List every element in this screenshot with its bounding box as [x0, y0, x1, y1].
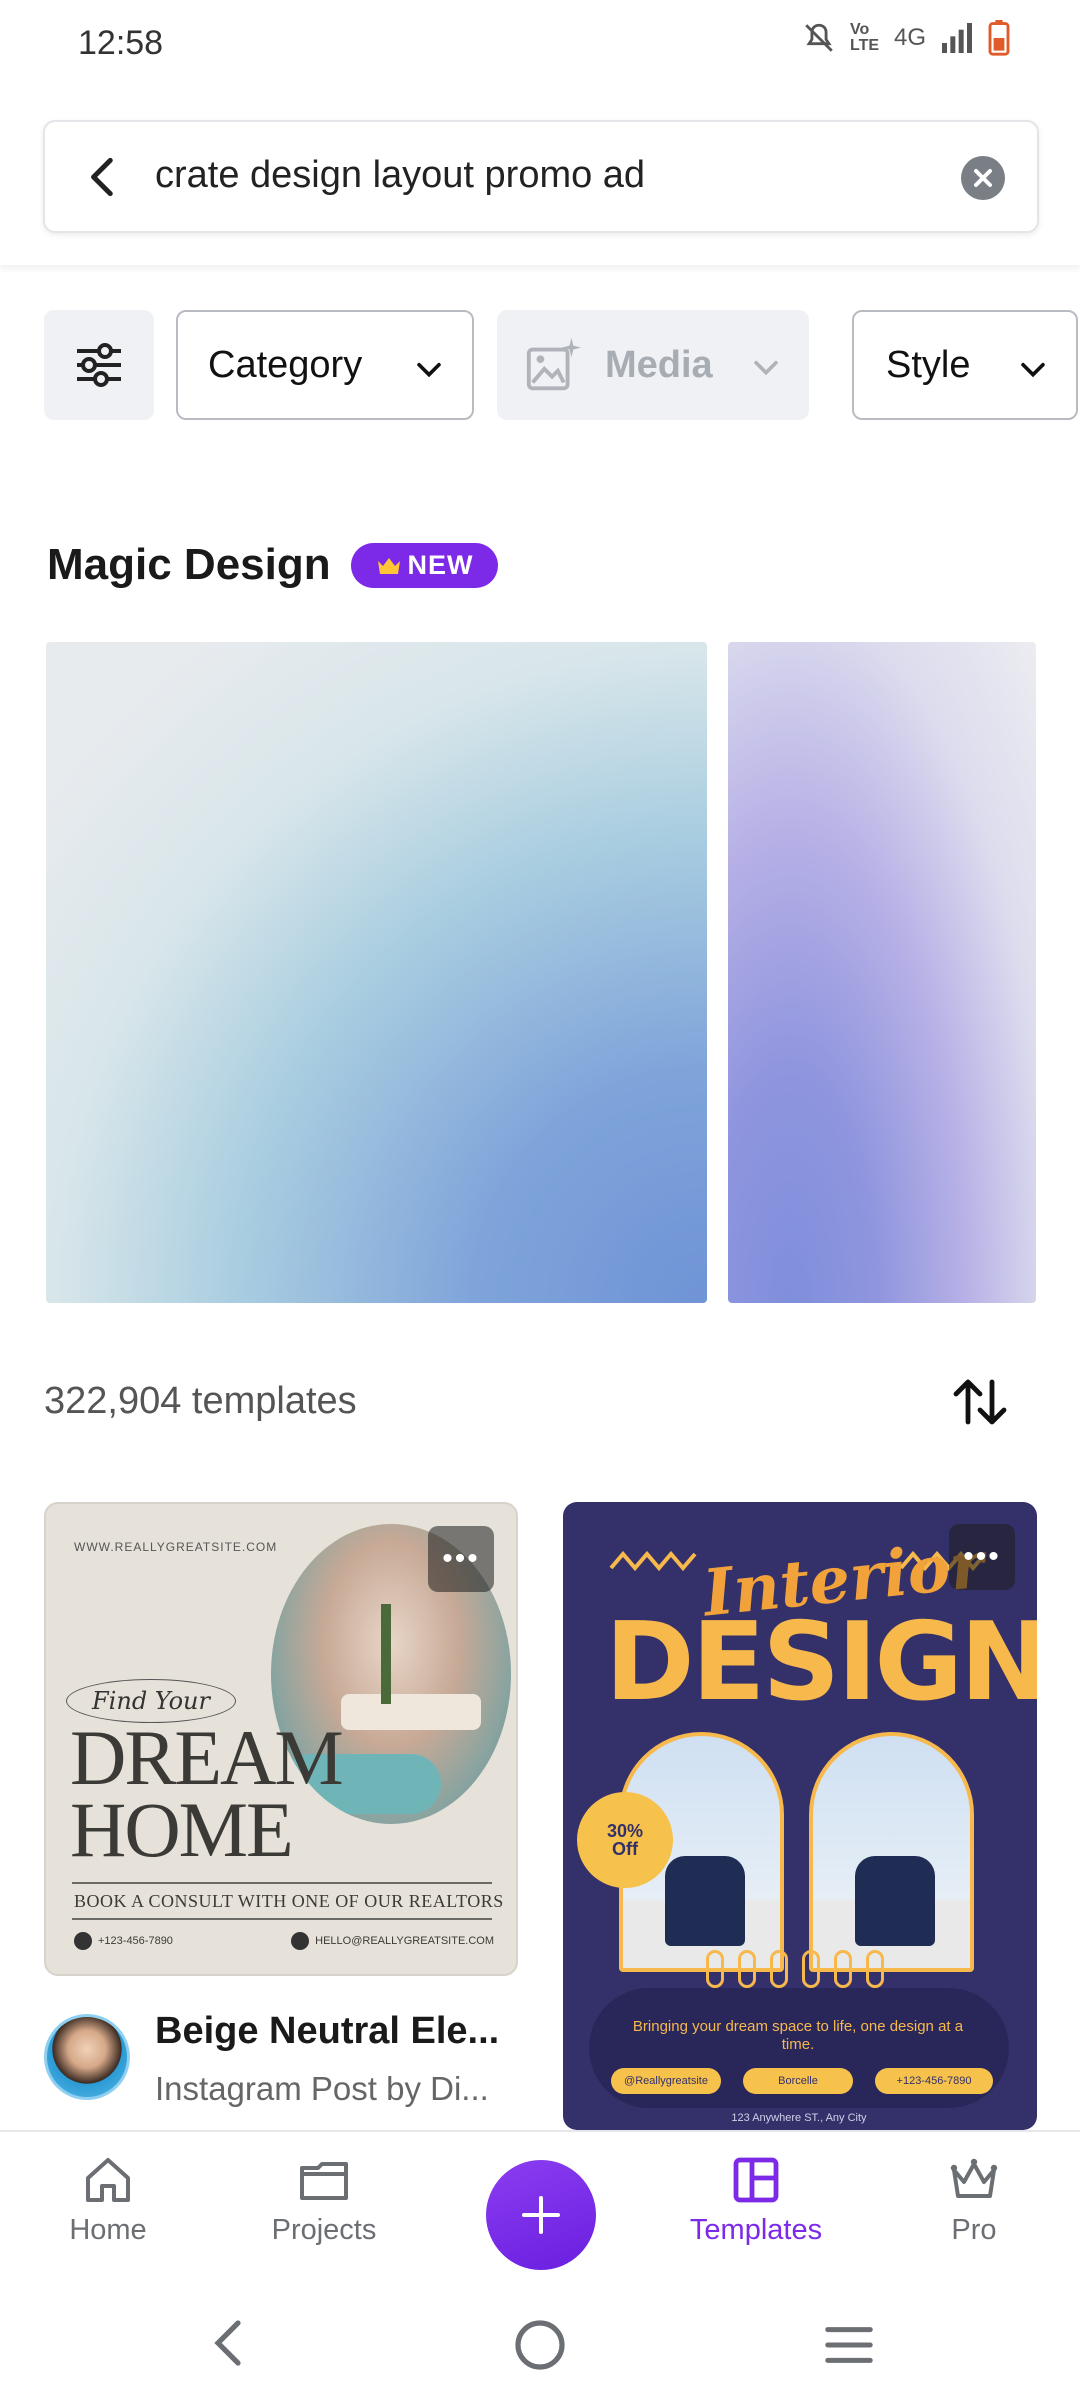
template-consult-text: BOOK A CONSULT WITH ONE OF OUR REALTORS: [74, 1891, 504, 1911]
template-title[interactable]: Beige Neutral Ele...: [155, 2010, 499, 2053]
template-phone: +123-456-7890: [74, 1932, 173, 1950]
nav-projects-label: Projects: [271, 2214, 377, 2246]
template-card[interactable]: Interior DESIGN 30% Off Bringing your dre…: [563, 1502, 1037, 2130]
divider: [72, 1882, 492, 1884]
armchair: [665, 1856, 745, 1946]
template-headline-2: HOME: [70, 1786, 294, 1873]
nav-pro-label: Pro: [951, 2214, 997, 2246]
status-bar: 12:58 Vo LTE 4G: [0, 0, 1080, 90]
divider: [72, 1918, 492, 1920]
arch-window: [809, 1732, 974, 1972]
media-label: Media: [605, 343, 713, 386]
clear-circle-icon[interactable]: [961, 156, 1005, 200]
template-site-text: WWW.REALLYGREATSITE.COM: [74, 1540, 278, 1554]
template-email-text: HELLO@REALLYGREATSITE.COM: [315, 1935, 494, 1947]
bottom-navigation: Home Projects Templates Pro: [0, 2130, 1080, 2285]
image-sparkle-icon: [526, 337, 582, 391]
system-home-icon[interactable]: [512, 2317, 568, 2373]
volte-icon: Vo LTE: [849, 21, 880, 54]
folder-icon: [300, 2162, 348, 2200]
more-options-button[interactable]: •••: [949, 1524, 1015, 1590]
nav-projects[interactable]: Projects: [244, 2152, 404, 2247]
templates-count: 322,904 templates: [44, 1380, 357, 1422]
mail-icon: [291, 1932, 310, 1950]
create-button[interactable]: [486, 2160, 596, 2270]
system-back-icon[interactable]: [205, 2315, 255, 2371]
crown-icon: [950, 2158, 998, 2198]
template-email: HELLO@REALLYGREATSITE.COM: [291, 1932, 494, 1950]
discount-badge-percent: 30%: [606, 1821, 644, 1841]
nav-templates-label: Templates: [689, 2214, 823, 2246]
template-brand: Borcelle: [743, 2068, 853, 2094]
chevron-down-icon: [754, 360, 778, 376]
zigzag-decoration: [609, 1550, 697, 1572]
nav-home[interactable]: Home: [28, 2152, 188, 2247]
avatar[interactable]: [44, 2014, 130, 2100]
crown-icon: [377, 557, 400, 574]
sliders-icon: [77, 343, 121, 387]
search-input[interactable]: crate design layout promo ad: [43, 120, 1039, 233]
template-headline: DREAM HOME: [70, 1714, 344, 1873]
category-label: Category: [208, 343, 363, 386]
discount-badge: 30% Off: [577, 1792, 673, 1888]
nav-home-label: Home: [69, 2214, 147, 2246]
system-menu-icon[interactable]: [822, 2321, 876, 2369]
magic-design-card[interactable]: [46, 642, 707, 1303]
template-tagline: Bringing your dream space to life, one d…: [632, 2018, 964, 2053]
template-phone: +123-456-7890: [875, 2068, 993, 2094]
style-filter[interactable]: Style: [852, 310, 1078, 420]
new-badge: NEW: [351, 543, 498, 588]
ring-decoration: [706, 1950, 884, 1988]
template-subtitle: Instagram Post by Di...: [155, 2070, 489, 2107]
new-badge-label: NEW: [407, 550, 474, 580]
category-filter[interactable]: Category: [176, 310, 474, 420]
template-phone-text: +123-456-7890: [98, 1935, 173, 1947]
sort-arrows-icon[interactable]: [950, 1372, 1010, 1432]
template-address: 123 Anywhere ST., Any City: [731, 2112, 867, 2124]
home-icon: [86, 2158, 130, 2202]
template-handle: @Reallygreatsite: [611, 2068, 721, 2094]
style-label: Style: [886, 343, 971, 386]
filter-settings-button[interactable]: [44, 310, 154, 420]
nav-pro[interactable]: Pro: [894, 2152, 1054, 2247]
status-time: 12:58: [78, 24, 164, 62]
plus-icon: [522, 2196, 560, 2234]
status-icons: Vo LTE 4G: [802, 20, 1010, 56]
chevron-down-icon: [417, 362, 441, 378]
template-headline: DESIGN: [605, 1600, 1037, 1725]
template-card[interactable]: WWW.REALLYGREATSITE.COM Find Your DREAM …: [44, 1502, 518, 1976]
discount-badge-off: Off: [612, 1839, 638, 1859]
template-headline-1: DREAM: [70, 1714, 344, 1801]
more-options-button[interactable]: •••: [428, 1526, 494, 1592]
chevron-down-icon: [1021, 362, 1045, 378]
signal-icon: [942, 23, 972, 53]
magic-design-card[interactable]: [728, 642, 1036, 1303]
battery-low-icon: [988, 20, 1010, 56]
system-navigation: [0, 2285, 1080, 2400]
chevron-left-icon[interactable]: [79, 152, 129, 202]
network-4g-icon: 4G: [893, 24, 926, 51]
nav-templates[interactable]: Templates: [676, 2152, 836, 2247]
media-filter[interactable]: Media: [497, 310, 809, 420]
armchair: [855, 1856, 935, 1946]
search-query[interactable]: crate design layout promo ad: [155, 154, 645, 197]
search-header: crate design layout promo ad: [0, 90, 1080, 265]
mute-bell-icon: [805, 23, 833, 52]
phone-icon: [74, 1932, 92, 1950]
templates-icon: [733, 2157, 779, 2203]
magic-design-title: Magic Design: [47, 540, 331, 589]
